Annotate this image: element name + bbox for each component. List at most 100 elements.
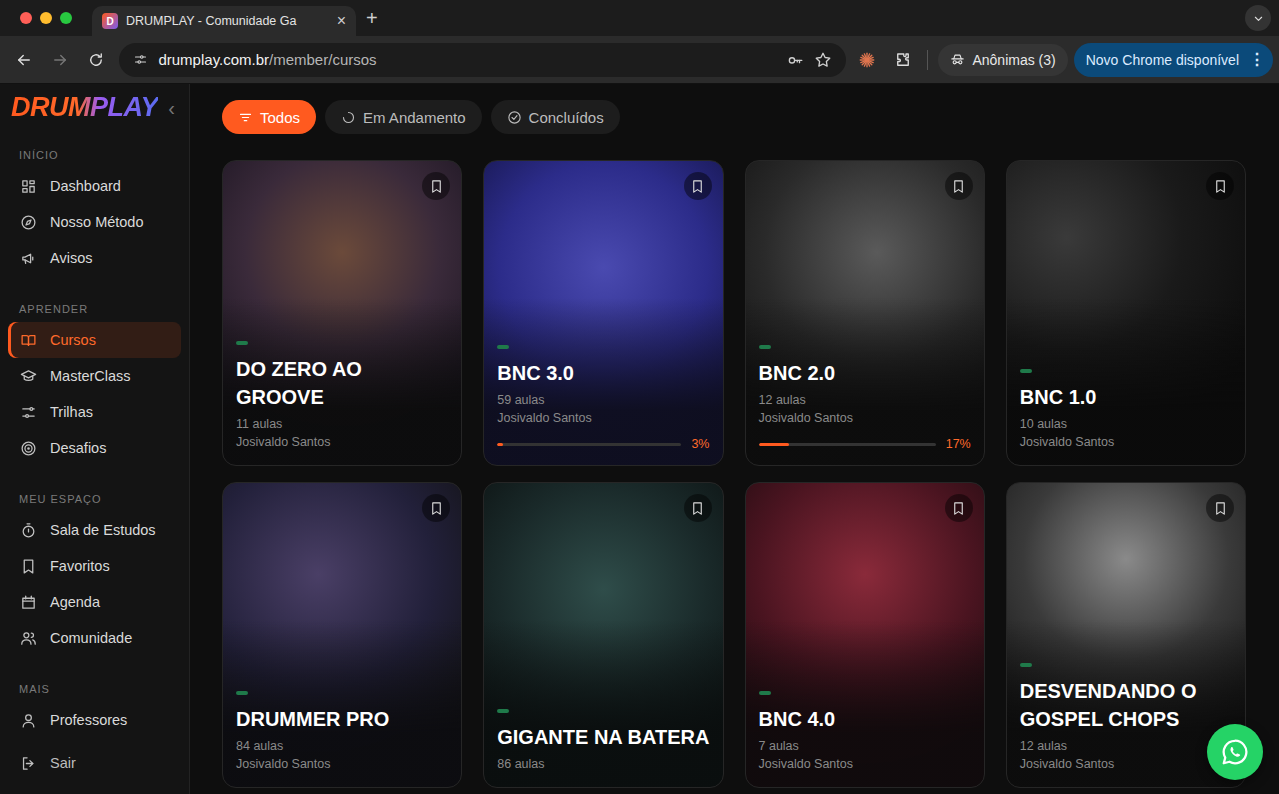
lesson-count: 59 aulas xyxy=(497,391,709,409)
maximize-window-button[interactable] xyxy=(60,12,72,24)
sidebar-section: APRENDER CursosMasterClassTrilhas Desafios xyxy=(8,302,181,466)
bookmark-icon xyxy=(1213,501,1228,516)
bookmark-button[interactable] xyxy=(945,172,973,200)
forward-button[interactable] xyxy=(42,44,78,76)
sidebar-item[interactable]: Cursos xyxy=(8,322,181,358)
tab-close-button[interactable]: × xyxy=(337,13,346,29)
status-mark xyxy=(1020,663,1032,667)
course-title: GIGANTE NA BATERA xyxy=(497,723,709,751)
course-progress: 3% xyxy=(497,437,709,451)
sidebar-item[interactable]: MasterClass xyxy=(8,358,181,394)
course-title: BNC 4.0 xyxy=(759,705,971,733)
bookmark-button[interactable] xyxy=(684,172,712,200)
course-card[interactable]: BNC 1.010 aulasJosivaldo Santos xyxy=(1006,160,1246,466)
users-icon xyxy=(20,630,37,647)
logout-button[interactable]: Sair xyxy=(8,745,181,781)
sidebar-item[interactable]: Nosso Método xyxy=(8,204,181,240)
new-tab-button[interactable]: + xyxy=(366,8,378,28)
address-bar[interactable]: drumplay.com.br/member/cursos xyxy=(119,43,845,77)
back-button[interactable] xyxy=(6,44,42,76)
course-title: BNC 3.0 xyxy=(497,359,709,387)
section-title: APRENDER xyxy=(8,302,181,316)
progress-fill xyxy=(759,443,789,446)
browser-tab[interactable]: DDRUMPLAY - Comunidade Ga× xyxy=(92,6,356,36)
puzzle-icon xyxy=(894,51,912,69)
status-mark xyxy=(497,345,509,349)
sidebar-section: INÍCIODashboardNosso MétodoAvisos xyxy=(8,148,181,276)
loading-icon xyxy=(341,110,356,125)
sidebar-item[interactable]: Agenda xyxy=(8,584,181,620)
graduation-cap-icon xyxy=(20,368,37,385)
lesson-count: 11 aulas xyxy=(236,415,448,433)
starburst-icon xyxy=(858,51,876,69)
book-icon xyxy=(20,332,37,349)
status-mark xyxy=(759,345,771,349)
logo[interactable]: DRUMPLAY xyxy=(11,93,158,123)
course-author: Josivaldo Santos xyxy=(1020,433,1232,451)
menu-button[interactable]: ⋮ xyxy=(1249,50,1265,69)
sidebar-item[interactable]: Dashboard xyxy=(8,168,181,204)
extensions-button[interactable] xyxy=(888,45,918,75)
whatsapp-icon xyxy=(1220,737,1250,767)
target-icon xyxy=(20,440,37,457)
whatsapp-button[interactable] xyxy=(1207,724,1263,780)
course-card[interactable]: DO ZERO AO GROOVE11 aulasJosivaldo Santo… xyxy=(222,160,462,466)
section-title: MAIS xyxy=(8,682,181,696)
progress-fill xyxy=(497,443,503,446)
course-card[interactable]: BNC 3.059 aulasJosivaldo Santos3% xyxy=(483,160,723,466)
chrome-update-button[interactable]: Novo Chrome disponível⋮ xyxy=(1074,43,1273,77)
progress-track xyxy=(759,443,936,446)
bookmark-button[interactable] xyxy=(684,494,712,522)
lesson-count: 84 aulas xyxy=(236,737,448,755)
progress-track xyxy=(497,443,681,446)
logo-row: DRUMPLAY ‹ xyxy=(8,94,181,122)
bookmark-icon xyxy=(951,179,966,194)
course-card[interactable]: DRUMMER PRO84 aulasJosivaldo Santos xyxy=(222,482,462,788)
sidebar-item[interactable]: Favoritos xyxy=(8,548,181,584)
sidebar-item-label: Desafios xyxy=(50,440,106,456)
bookmark-button[interactable] xyxy=(945,494,973,522)
close-window-button[interactable] xyxy=(20,12,32,24)
courses-page: Todos Em Andamento Concluídos DO ZERO AO GR… xyxy=(190,84,1279,794)
course-progress: 17% xyxy=(759,437,971,451)
lesson-count: 10 aulas xyxy=(1020,415,1232,433)
bookmark-icon xyxy=(429,179,444,194)
course-title: DESVENDANDO O GOSPEL CHOPS xyxy=(1020,677,1232,733)
filter-label: Todos xyxy=(260,109,300,126)
incognito-profile-button[interactable]: Anônimas (3) xyxy=(938,44,1067,76)
sidebar-item[interactable]: Sala de Estudos xyxy=(8,512,181,548)
course-card[interactable]: BNC 4.07 aulasJosivaldo Santos xyxy=(745,482,985,788)
minimize-window-button[interactable] xyxy=(40,12,52,24)
bookmark-button[interactable] xyxy=(1206,172,1234,200)
filter-chip[interactable]: Em Andamento xyxy=(325,100,482,134)
filter-chip[interactable]: Concluídos xyxy=(491,100,620,134)
status-mark xyxy=(497,709,509,713)
calendar-icon xyxy=(20,594,37,611)
profile-label: Anônimas (3) xyxy=(972,52,1055,68)
status-mark xyxy=(236,691,248,695)
sidebar-item[interactable]: Comunidade xyxy=(8,620,181,656)
lesson-count: 12 aulas xyxy=(759,391,971,409)
site-settings-icon[interactable] xyxy=(133,52,148,67)
bookmark-button[interactable] xyxy=(422,494,450,522)
course-card[interactable]: BNC 2.012 aulasJosivaldo Santos17% xyxy=(745,160,985,466)
sidebar-item[interactable]: Professores xyxy=(8,702,181,738)
sidebar-item[interactable]: Desafios xyxy=(8,430,181,466)
bookmark-button[interactable] xyxy=(422,172,450,200)
favicon-icon: D xyxy=(102,13,118,29)
sidebar-item[interactable]: Trilhas xyxy=(8,394,181,430)
megaphone-icon xyxy=(20,250,37,267)
course-card[interactable]: GIGANTE NA BATERA86 aulas xyxy=(483,482,723,788)
sidebar-item-label: Dashboard xyxy=(50,178,121,194)
reload-button[interactable] xyxy=(78,44,114,76)
filter-chip[interactable]: Todos xyxy=(222,100,316,134)
key-icon[interactable] xyxy=(786,51,804,69)
collapse-sidebar-button[interactable]: ‹ xyxy=(168,98,175,118)
bookmark-button[interactable] xyxy=(1206,494,1234,522)
sidebar-item[interactable]: Avisos xyxy=(8,240,181,276)
claude-extension-button[interactable] xyxy=(852,45,882,75)
sidebar: DRUMPLAY‹INÍCIODashboardNosso MétodoAvis… xyxy=(0,84,190,794)
tab-search-button[interactable] xyxy=(1245,5,1271,31)
status-mark xyxy=(1020,369,1032,373)
star-icon[interactable] xyxy=(814,51,832,69)
